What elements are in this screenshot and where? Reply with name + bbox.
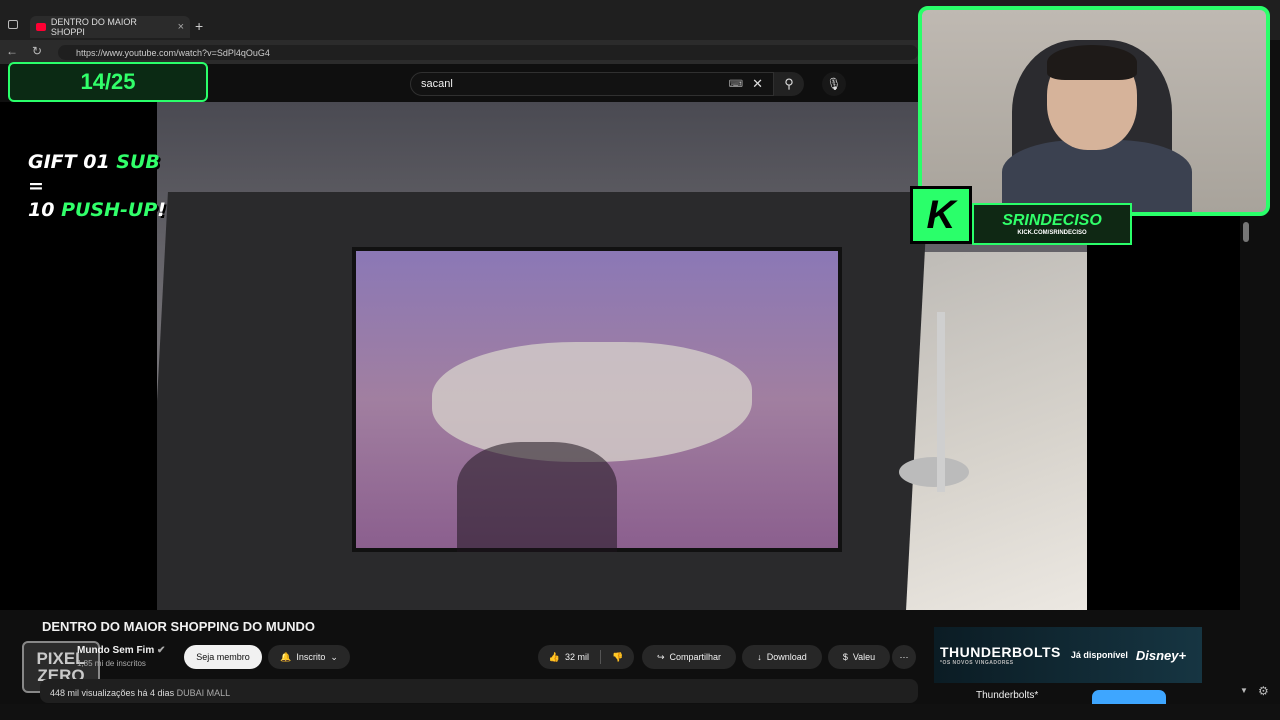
share-icon: ↪ [656,651,665,662]
streamer-link: KICK.COM/SRINDECISO [1017,230,1087,236]
counter-value: 14/25 [80,69,136,94]
search-query: sacanl [421,78,453,90]
tab-close-icon[interactable]: × [178,21,184,33]
reload-icon[interactable]: ↻ [32,44,42,58]
gear-icon[interactable]: ⚙ [1258,684,1269,698]
join-button[interactable]: Seja membro [184,645,262,669]
back-arrow-icon[interactable]: ← [6,44,18,58]
gift-sub-banner: GIFT 01 SUB = 10 PUSH-UP! [28,150,178,222]
fossil-bone [432,342,752,462]
youtube-favicon-icon [36,23,46,31]
search-icon: ⚲ [784,76,794,91]
download-button[interactable]: ↓ Download [742,645,822,669]
stanchion-post [937,312,945,492]
location-tag[interactable]: DUBAI MALL [177,688,231,698]
browser-nav: ← ↻ [6,44,42,58]
ad-card-title[interactable]: Thunderbolts* [976,690,1038,701]
window-menu-icon[interactable] [8,20,18,29]
streamer-name: SRINDECISO [1002,212,1102,229]
more-actions-button[interactable]: ⋯ [892,645,916,669]
divider [600,650,601,664]
reflection [457,442,617,552]
video-title: DENTRO DO MAIOR SHOPPING DO MUNDO [42,619,316,634]
tab-title: DENTRO DO MAIOR SHOPPI [50,17,137,37]
ad-subtitle: *OS NOVOS VINGADORES [940,660,1014,666]
gift-text: GIFT 01 [28,151,117,173]
ad-banner[interactable]: THUNDERBOLTS *OS NOVOS VINGADORES Já disp… [934,627,1202,683]
scrollbar-thumb[interactable] [1243,222,1249,242]
pushup-count: 10 [28,199,62,221]
chevron-down-icon: ⌄ [330,651,338,662]
thanks-label: Valeu [852,652,876,662]
like-icon[interactable]: 👍 [549,652,560,663]
dislike-icon[interactable]: 👎 [612,652,623,663]
download-icon: ↓ [757,652,762,662]
channel-name[interactable]: Mundo Sem Fim [77,645,154,656]
ad-cta-button[interactable] [1092,690,1166,704]
description-box[interactable]: 448 mil visualizações há 4 dias DUBAI MA… [40,679,918,703]
subscriber-count: 1,85 mi de inscritos [77,659,146,668]
streamer-hair [1047,45,1137,80]
url-field[interactable]: https://www.youtube.com/watch?v=SdPl4qOu… [58,45,918,60]
share-button[interactable]: ↪ Compartilhar [642,645,736,669]
download-label: Download [766,652,807,662]
disney-plus-logo: Disney+ [1135,647,1187,663]
mic-icon: 🎙 [826,77,842,91]
voice-search-button[interactable]: 🎙 [822,72,846,96]
browser-tab[interactable]: DENTRO DO MAIOR SHOPPI × [30,16,190,38]
bottom-strip [0,704,1280,720]
ad-available: Já disponível [1070,650,1128,660]
thanks-icon: $ [842,652,848,662]
pushup-text: PUSH-UP [61,199,158,221]
clear-search-icon[interactable]: ✕ [752,76,763,92]
thanks-button[interactable]: $ Valeu [828,645,890,669]
ad-title-text: THUNDERBOLTS [940,644,1061,660]
verified-icon: ✔ [157,645,166,656]
gift-eq: = [28,175,44,197]
ad-title: THUNDERBOLTS *OS NOVOS VINGADORES [940,644,1061,666]
search-input[interactable]: sacanl ⌨ ✕ [410,72,774,96]
new-tab-button[interactable]: + [195,18,203,34]
pushup-bang: ! [157,199,166,221]
search-button[interactable]: ⚲ [774,72,804,96]
gift-sub-text: SUB [116,151,160,173]
webcam-overlay [918,6,1270,216]
channel-name-row[interactable]: Mundo Sem Fim ✔ [77,645,165,656]
like-count: 32 mil [564,652,589,662]
stanchion-base [899,457,969,487]
bell-icon: 🔔 [280,651,292,662]
keyboard-icon[interactable]: ⌨ [729,79,743,90]
like-dislike-group[interactable]: 👍 32 mil 👎 [538,645,634,669]
share-label: Compartilhar [669,652,722,662]
sub-goal-counter: 14/25 [8,62,208,102]
subscribed-label: Inscrito [296,652,326,662]
scroll-down-icon[interactable]: ▼ [1240,686,1248,695]
views-date: 448 mil visualizações há 4 dias [50,688,175,698]
kick-logo-icon: K [910,186,972,244]
streamer-badge: SRINDECISO KICK.COM/SRINDECISO [972,203,1132,245]
subscribed-button[interactable]: 🔔 Inscrito ⌄ [268,645,350,669]
